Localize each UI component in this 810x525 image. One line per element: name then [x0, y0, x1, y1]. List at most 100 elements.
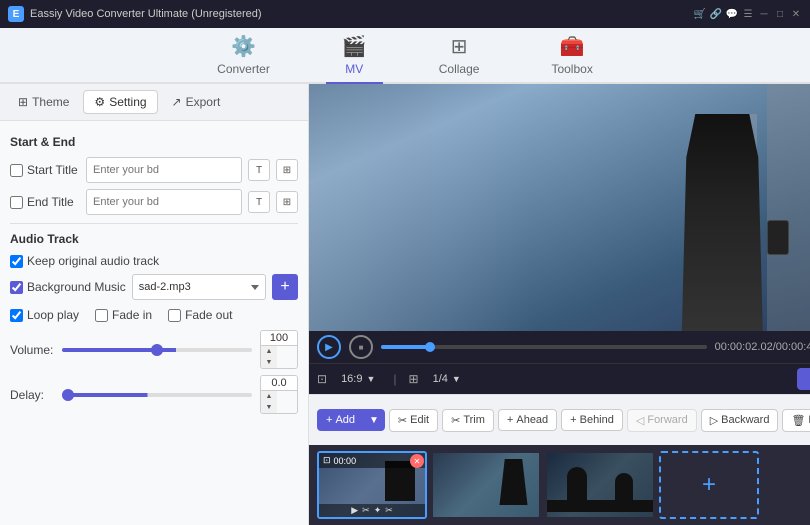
clip-1-time: 00:00: [334, 456, 357, 466]
volume-up-btn[interactable]: ▲: [261, 346, 277, 357]
nav-mv[interactable]: 🎬 MV: [326, 28, 383, 84]
volume-slider[interactable]: [62, 348, 252, 352]
loop-play-label[interactable]: Loop play: [10, 308, 79, 322]
nav-toolbox[interactable]: 🧰 Toolbox: [535, 28, 608, 84]
end-title-label[interactable]: End Title: [10, 195, 80, 209]
fade-out-checkbox[interactable]: [168, 309, 181, 322]
maximize-icon[interactable]: □: [774, 8, 786, 20]
page-indicator-btn[interactable]: 1/4 ▼: [427, 371, 467, 387]
clip-1-play-icon[interactable]: ▶: [351, 505, 358, 516]
add-icon: +: [326, 414, 332, 426]
nav-collage[interactable]: ⊞ Collage: [423, 28, 496, 84]
title-bar: E Eassiy Video Converter Ultimate (Unreg…: [0, 0, 810, 28]
forward-button[interactable]: ◁ Forward: [627, 409, 697, 432]
mv-icon: 🎬: [342, 34, 367, 59]
clip-1-scissors-icon[interactable]: ✂: [385, 505, 393, 516]
add-clip-icon: +: [702, 471, 716, 499]
clip-1-close-btn[interactable]: ✕: [410, 454, 424, 468]
backward-button[interactable]: ▷ Backward: [701, 409, 779, 432]
end-title-checkbox[interactable]: [10, 196, 23, 209]
film-clip-3[interactable]: [545, 451, 655, 519]
audio-track-section: Audio Track Keep original audio track Ba…: [10, 232, 298, 414]
volume-value: 100: [261, 331, 297, 346]
window-controls: 🛒 🔗 💬 ☰ ─ □ ✕: [694, 8, 802, 20]
clip-3-ground: [547, 500, 653, 512]
film-clip-1[interactable]: ⊡ 00:00 ▶ ✂ ✦ ✂ ✕: [317, 451, 427, 519]
nav-collage-label: Collage: [439, 62, 480, 76]
end-title-input[interactable]: [86, 189, 242, 215]
start-title-label[interactable]: Start Title: [10, 163, 80, 177]
divider-v: |: [393, 372, 396, 386]
ahead-button[interactable]: + Ahead: [498, 409, 557, 431]
end-title-align-btn[interactable]: ⊞: [276, 191, 298, 213]
volume-row: Volume: 100 ▲ ▼: [10, 330, 298, 369]
theme-tab-icon: ⊞: [18, 95, 28, 109]
add-clip-button[interactable]: +: [659, 451, 759, 519]
add-button[interactable]: + Add: [317, 409, 363, 431]
controls-row2: ⊡ 16:9 ▼ | ⊞ 1/4 ▼ Export: [309, 363, 810, 394]
edit-icon: ✂: [398, 414, 407, 427]
clip-1-trim-icon[interactable]: ✂: [362, 505, 370, 516]
add-dropdown-arrow[interactable]: ▼: [363, 409, 385, 431]
clip-1-star-icon[interactable]: ✦: [374, 505, 382, 516]
play-button[interactable]: ▶: [317, 335, 341, 359]
aspect-ratio-btn[interactable]: 16:9 ▼: [335, 371, 381, 387]
bg-music-label[interactable]: Background Music: [10, 280, 126, 294]
link-icon[interactable]: 🔗: [710, 8, 722, 20]
start-title-checkbox[interactable]: [10, 164, 23, 177]
delay-slider[interactable]: [62, 393, 252, 397]
nav-converter-label: Converter: [217, 62, 270, 76]
page-indicator-arrow: ▼: [452, 374, 461, 384]
export-button[interactable]: Export: [797, 368, 810, 390]
menu-icon[interactable]: ☰: [742, 8, 754, 20]
nav-converter[interactable]: ⚙️ Converter: [201, 28, 286, 84]
bg-music-checkbox[interactable]: [10, 281, 23, 294]
empty-button[interactable]: 🗑 Empty: [782, 409, 810, 432]
start-title-input[interactable]: [86, 157, 242, 183]
progress-bar[interactable]: [381, 345, 707, 349]
start-title-font-btn[interactable]: T: [248, 159, 270, 181]
stop-button[interactable]: ■: [349, 335, 373, 359]
behind-button[interactable]: + Behind: [561, 409, 623, 431]
start-title-align-btn[interactable]: ⊞: [276, 159, 298, 181]
building-1: [767, 84, 810, 331]
end-title-font-btn[interactable]: T: [248, 191, 270, 213]
edit-button[interactable]: ✂ Edit: [389, 409, 438, 432]
volume-down-btn[interactable]: ▼: [261, 357, 277, 368]
forward-icon: ◁: [636, 414, 644, 427]
export-tab-label: Export: [186, 95, 221, 109]
fade-in-checkbox[interactable]: [95, 309, 108, 322]
loop-play-checkbox[interactable]: [10, 309, 23, 322]
delay-value: 0.0: [261, 376, 297, 391]
scene-atmosphere: [309, 84, 532, 331]
clip-3-bg: [547, 453, 653, 517]
close-icon[interactable]: ✕: [790, 8, 802, 20]
video-preview: [309, 84, 810, 331]
start-end-title: Start & End: [10, 135, 298, 149]
keep-original-checkbox[interactable]: [10, 255, 23, 268]
tab-theme[interactable]: ⊞ Theme: [8, 91, 79, 113]
bg-music-select[interactable]: sad-2.mp3: [132, 274, 266, 300]
cart-icon[interactable]: 🛒: [694, 8, 706, 20]
delay-row: Delay: 0.0 ▲ ▼: [10, 375, 298, 414]
fade-in-label[interactable]: Fade in: [95, 308, 152, 322]
panel-content: Start & End Start Title T ⊞ End Title: [0, 121, 308, 525]
progress-handle[interactable]: [425, 342, 435, 352]
bottom-toolbar: + Add ▼ ✂ Edit ✂ Trim + Ahead + Behind: [309, 394, 810, 445]
ahead-icon: +: [507, 414, 513, 426]
fade-out-label[interactable]: Fade out: [168, 308, 232, 322]
film-clip-2[interactable]: [431, 451, 541, 519]
toolbox-icon: 🧰: [560, 34, 585, 59]
delay-up-btn[interactable]: ▲: [261, 391, 277, 402]
tab-setting[interactable]: ⚙ Setting: [83, 90, 157, 114]
aspect-ratio-arrow: ▼: [366, 374, 375, 384]
add-music-button[interactable]: +: [272, 274, 298, 300]
minimize-icon[interactable]: ─: [758, 8, 770, 20]
audio-options-row: Loop play Fade in Fade out: [10, 308, 298, 322]
video-controls: ▶ ■ 00:00:02.02/00:00:45.00 🔊: [309, 331, 810, 363]
behind-icon: +: [570, 414, 576, 426]
delay-down-btn[interactable]: ▼: [261, 402, 277, 413]
tab-export[interactable]: ↗ Export: [162, 91, 231, 113]
chat-icon[interactable]: 💬: [726, 8, 738, 20]
trim-button[interactable]: ✂ Trim: [442, 409, 494, 432]
